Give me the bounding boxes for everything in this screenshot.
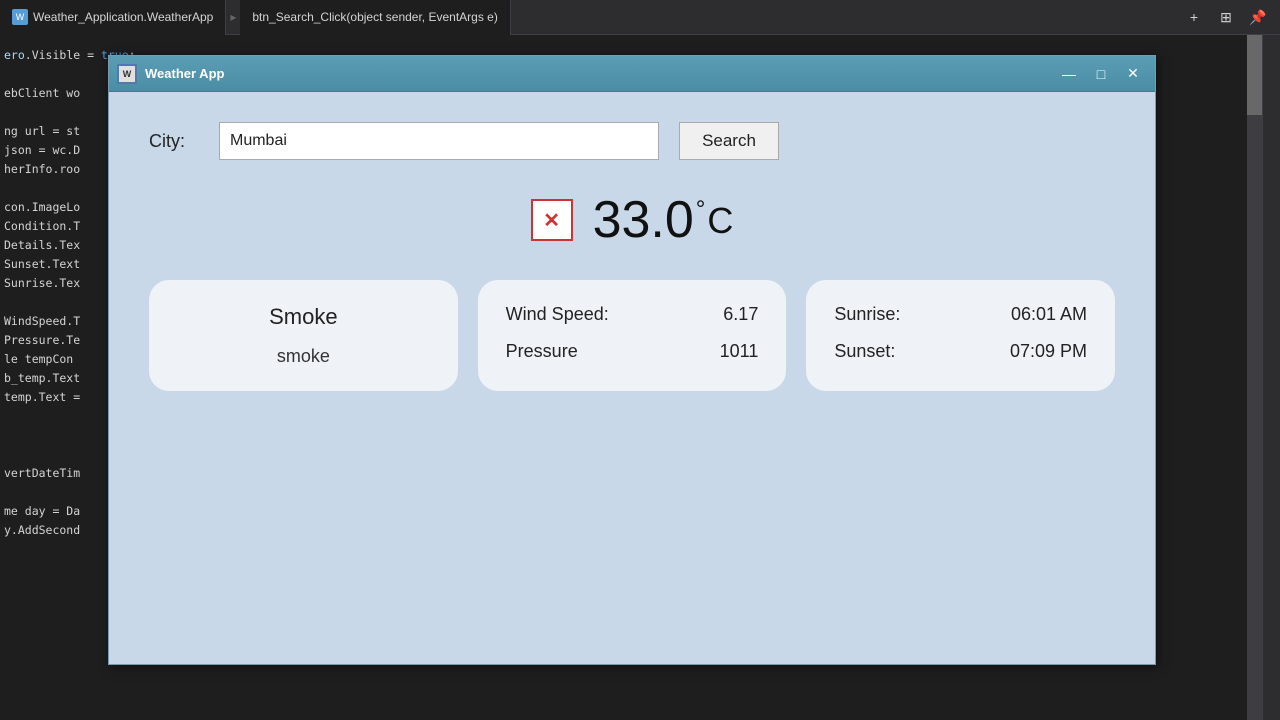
temperature-display: 33.0 ° C (593, 190, 734, 250)
window-close-button[interactable]: ✕ (1119, 63, 1147, 85)
code-line-11: Details.Tex (4, 236, 106, 255)
code-line-2 (4, 65, 106, 84)
window-minimize-button[interactable]: — (1055, 63, 1083, 85)
search-row: City: Search (149, 122, 1115, 160)
code-line-16: Pressure.Te (4, 331, 106, 350)
weather-icon (531, 199, 573, 241)
window-controls: — □ ✕ (1055, 63, 1147, 85)
window-titlebar: W Weather App — □ ✕ (109, 56, 1155, 92)
sun-card: Sunrise: 06:01 AM Sunset: 07:09 PM (806, 280, 1115, 391)
weather-app-tab-icon: W (12, 9, 28, 25)
code-line-25: me day = Da (4, 502, 106, 521)
temp-degree-symbol: ° (696, 196, 706, 224)
code-line-26: y.AddSecond (4, 521, 106, 540)
code-line-14 (4, 293, 106, 312)
code-line-13: Sunrise.Tex (4, 274, 106, 293)
condition-value: smoke (277, 346, 330, 367)
layout-icon[interactable]: ⊞ (1212, 3, 1240, 31)
tab-search-click-label: btn_Search_Click(object sender, EventArg… (252, 10, 497, 24)
sunrise-row: Sunrise: 06:01 AM (834, 304, 1087, 325)
pin-icon[interactable]: 📌 (1244, 3, 1272, 31)
city-label: City: (149, 131, 199, 152)
search-button[interactable]: Search (679, 122, 779, 160)
cards-row: Smoke smoke Wind Speed: 6.17 Pressure 10… (149, 280, 1115, 391)
code-line-8 (4, 179, 106, 198)
code-line-1: ero.Visible = true; (4, 46, 106, 65)
code-line-18: b_temp.Text (4, 369, 106, 388)
code-line-5: ng url = st (4, 122, 106, 141)
tab-search-click[interactable]: btn_Search_Click(object sender, EventArg… (240, 0, 510, 35)
sunrise-label: Sunrise: (834, 304, 900, 325)
wind-speed-value: 6.17 (723, 304, 758, 325)
window-maximize-button[interactable]: □ (1087, 63, 1115, 85)
code-line-6: json = wc.D (4, 141, 106, 160)
code-line-17: le tempCon (4, 350, 106, 369)
code-line-21 (4, 426, 106, 445)
sunset-row: Sunset: 07:09 PM (834, 341, 1087, 362)
window-content: City: Search 33.0 ° C Smoke smoke Wind (109, 92, 1155, 664)
code-line-7: herInfo.roo (4, 160, 106, 179)
ide-code-panel: ero.Visible = true; ebClient wo ng url =… (0, 40, 110, 720)
pressure-row: Pressure 1011 (506, 341, 759, 362)
right-toolbar (1262, 35, 1280, 720)
code-line-12: Sunset.Text (4, 255, 106, 274)
code-line-20 (4, 407, 106, 426)
temp-unit: C (707, 200, 733, 242)
wind-pressure-card: Wind Speed: 6.17 Pressure 1011 (478, 280, 787, 391)
code-line-3: ebClient wo (4, 84, 106, 103)
temp-value: 33.0 (593, 190, 694, 250)
weather-app-window: W Weather App — □ ✕ City: Search 33.0 ° … (108, 55, 1156, 665)
pressure-label: Pressure (506, 341, 578, 362)
top-toolbar: W Weather_Application.WeatherApp ▸ btn_S… (0, 0, 1280, 35)
code-line-24 (4, 483, 106, 502)
scroll-thumb[interactable] (1247, 35, 1262, 115)
code-line-9: con.ImageLo (4, 198, 106, 217)
condition-card: Smoke smoke (149, 280, 458, 391)
code-line-23: vertDateTim (4, 464, 106, 483)
tab-weather-app[interactable]: W Weather_Application.WeatherApp (0, 0, 226, 35)
wind-speed-label: Wind Speed: (506, 304, 609, 325)
top-bar-right-icons: + ⊞ 📌 (1180, 3, 1280, 31)
code-line-4 (4, 103, 106, 122)
sunset-value: 07:09 PM (1010, 341, 1087, 362)
scroll-track (1247, 35, 1262, 720)
code-line-10: Condition.T (4, 217, 106, 236)
sunset-label: Sunset: (834, 341, 895, 362)
sunrise-value: 06:01 AM (1011, 304, 1087, 325)
city-input[interactable] (219, 122, 659, 160)
code-line-22 (4, 445, 106, 464)
window-app-icon: W (117, 64, 137, 84)
add-tab-button[interactable]: + (1180, 3, 1208, 31)
code-line-19: temp.Text = (4, 388, 106, 407)
tab-separator: ▸ (230, 10, 236, 24)
window-title: Weather App (145, 66, 1055, 81)
code-line-15: WindSpeed.T (4, 312, 106, 331)
temperature-row: 33.0 ° C (149, 190, 1115, 250)
condition-title: Smoke (269, 304, 337, 330)
tab-weather-app-label: Weather_Application.WeatherApp (33, 10, 213, 24)
pressure-value: 1011 (720, 341, 759, 362)
wind-speed-row: Wind Speed: 6.17 (506, 304, 759, 325)
